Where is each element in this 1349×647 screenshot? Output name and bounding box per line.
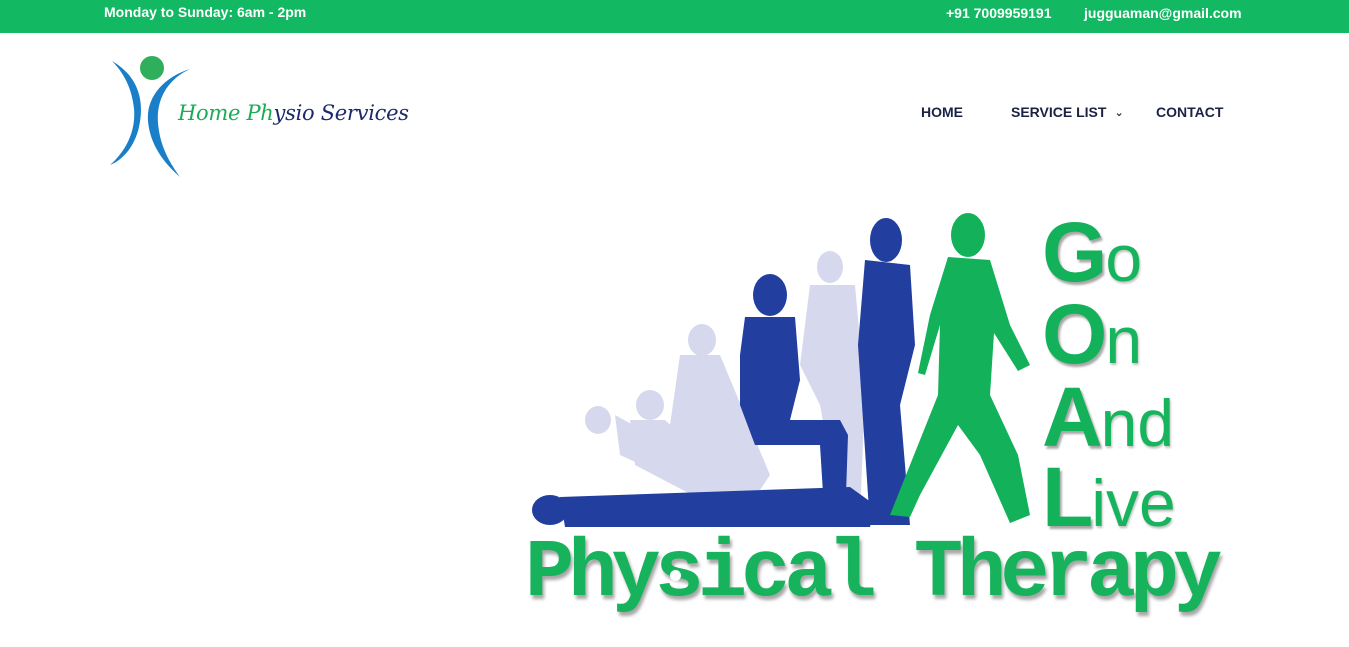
- email-link[interactable]: jugguaman@gmail.com: [1084, 5, 1242, 21]
- site-logo[interactable]: Home Physio Services: [108, 51, 409, 181]
- brand-name-part2: ysio Services: [273, 101, 409, 125]
- slider-dot[interactable]: [670, 570, 681, 581]
- chevron-down-icon: ⌄: [1114, 107, 1124, 119]
- top-bar: Monday to Sunday: 6am - 2pm +91 70099591…: [0, 0, 1349, 33]
- goal-initial: O: [1042, 287, 1108, 381]
- nav-home[interactable]: HOME: [921, 104, 963, 120]
- brand-name-part1: Home Ph: [178, 101, 274, 125]
- goal-initial: G: [1042, 205, 1108, 299]
- hero-title: Physical Therapy: [525, 527, 1222, 620]
- site-header: Home Physio Services HOME SERVICE LIST ⌄ …: [0, 33, 1349, 193]
- brand-name: Home Physio Services: [178, 101, 409, 125]
- goal-word-rest: n: [1105, 303, 1143, 377]
- nav-service-list[interactable]: SERVICE LIST ⌄: [1011, 104, 1124, 120]
- nav-service-list-label: SERVICE LIST: [1011, 104, 1107, 120]
- goal-word-rest: nd: [1100, 386, 1175, 460]
- goal-word-rest: o: [1105, 221, 1143, 295]
- goal-row: Go: [1042, 210, 1142, 294]
- phone-link[interactable]: +91 7009959191: [946, 5, 1052, 21]
- nav-contact[interactable]: CONTACT: [1156, 104, 1223, 120]
- goal-row: On: [1042, 292, 1142, 376]
- business-hours: Monday to Sunday: 6am - 2pm: [104, 4, 307, 20]
- goal-row: And: [1042, 375, 1174, 459]
- hero-banner: Go On And Live Physical Therapy: [470, 205, 1230, 625]
